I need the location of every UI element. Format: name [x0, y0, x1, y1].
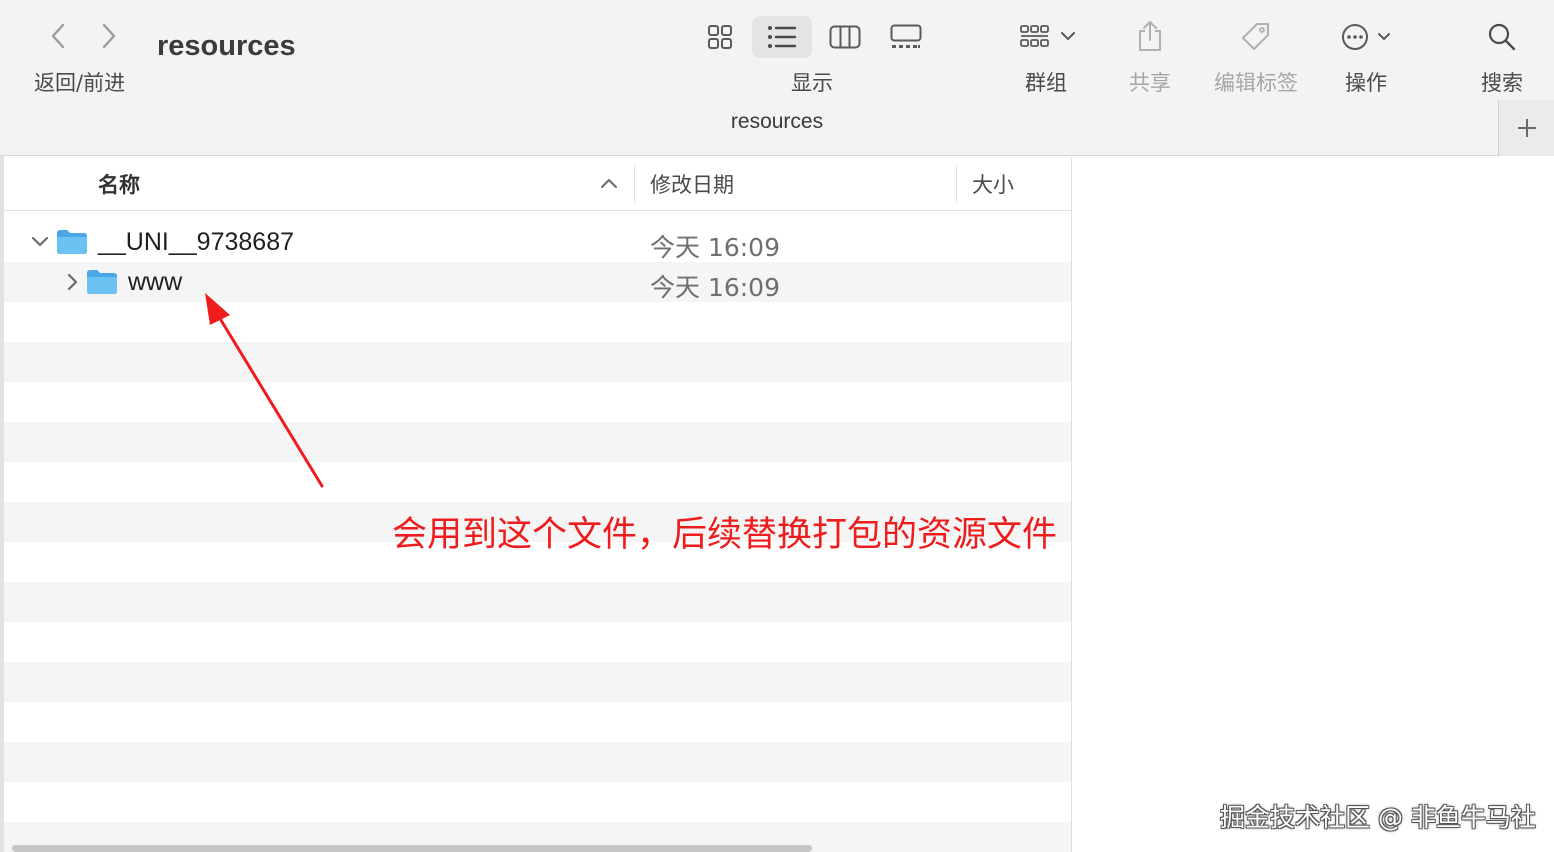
file-name: __UNI__9738687 — [98, 228, 294, 256]
disclosure-collapsed-icon[interactable] — [62, 272, 82, 292]
folder-icon — [57, 230, 87, 254]
horizontal-scrollbar[interactable] — [12, 845, 812, 852]
list-item[interactable]: __UNI__9738687 今天 16:09 — [4, 222, 1071, 262]
column-header-size-label: 大小 — [972, 173, 1014, 197]
file-modified: 今天 16:09 — [650, 233, 780, 262]
search-icon — [1488, 23, 1516, 51]
list-icon — [768, 26, 797, 48]
list-view-button[interactable] — [752, 16, 812, 58]
tab-title[interactable]: resources — [0, 110, 1554, 134]
empty-row — [4, 622, 1071, 662]
plus-icon — [1517, 119, 1536, 137]
empty-row — [4, 782, 1071, 822]
forward-button[interactable] — [94, 20, 124, 52]
chevron-right-icon — [102, 23, 116, 49]
action-label: 操作 — [1345, 71, 1387, 95]
chevron-left-icon — [51, 23, 65, 49]
tag-icon — [1242, 23, 1269, 50]
share-button[interactable] — [1128, 14, 1172, 58]
gallery-view-button[interactable] — [880, 16, 932, 58]
back-button[interactable] — [43, 20, 73, 52]
file-name: www — [128, 268, 183, 296]
window-title: resources — [157, 30, 296, 62]
column-header-name-label: 名称 — [98, 173, 140, 197]
column-header-modified[interactable]: 修改日期 — [650, 157, 950, 211]
empty-row — [4, 662, 1071, 702]
edit-tags-button[interactable] — [1234, 16, 1278, 58]
column-divider[interactable] — [634, 165, 635, 203]
columns-icon — [829, 25, 861, 49]
column-header-name[interactable]: 名称 — [98, 157, 628, 211]
empty-row — [4, 742, 1071, 782]
ellipsis-circle-icon — [1342, 24, 1390, 50]
empty-row — [4, 462, 1071, 502]
column-divider[interactable] — [956, 165, 957, 203]
disclosure-expanded-icon[interactable] — [30, 232, 50, 252]
empty-row — [4, 302, 1071, 342]
annotation-text: 会用到这个文件，后续替换打包的资源文件 — [392, 515, 1058, 555]
empty-row — [4, 702, 1071, 742]
file-modified: 今天 16:09 — [650, 273, 780, 302]
edit-tags-label: 编辑标签 — [1214, 71, 1298, 95]
list-header: 名称 修改日期 大小 — [4, 157, 1071, 211]
file-list[interactable]: 名称 修改日期 大小 __UNI__9738687 今天 16:09 www 今… — [4, 157, 1072, 852]
empty-row — [4, 382, 1071, 422]
view-label: 显示 — [791, 71, 833, 95]
column-view-button[interactable] — [820, 16, 870, 58]
sort-ascending-icon[interactable] — [600, 176, 618, 190]
watermark: 掘金技术社区 @ 非鱼牛马社 — [1220, 803, 1536, 832]
gallery-icon — [890, 24, 922, 48]
back-forward-label: 返回/前进 — [34, 71, 126, 95]
empty-row — [4, 582, 1071, 622]
action-button[interactable] — [1334, 16, 1400, 58]
folder-icon — [87, 270, 117, 294]
search-label: 搜索 — [1481, 71, 1523, 95]
group-icon — [1020, 25, 1075, 47]
new-tab-button[interactable] — [1498, 100, 1554, 156]
share-label: 共享 — [1129, 71, 1171, 95]
icon-view-button[interactable] — [696, 16, 744, 58]
column-header-modified-label: 修改日期 — [650, 173, 734, 197]
empty-row — [4, 342, 1071, 382]
grid-icon — [708, 25, 732, 49]
list-item[interactable]: www 今天 16:09 — [4, 262, 1071, 302]
search-button[interactable] — [1480, 16, 1524, 58]
empty-row — [4, 422, 1071, 462]
group-label: 群组 — [1025, 71, 1067, 95]
finder-toolbar: 返回/前进 resources 显示 群组 共享 编辑标签 操作 搜索 reso… — [0, 0, 1554, 156]
share-icon — [1139, 21, 1161, 51]
column-header-size[interactable]: 大小 — [972, 157, 1071, 211]
group-button[interactable] — [1012, 16, 1084, 58]
